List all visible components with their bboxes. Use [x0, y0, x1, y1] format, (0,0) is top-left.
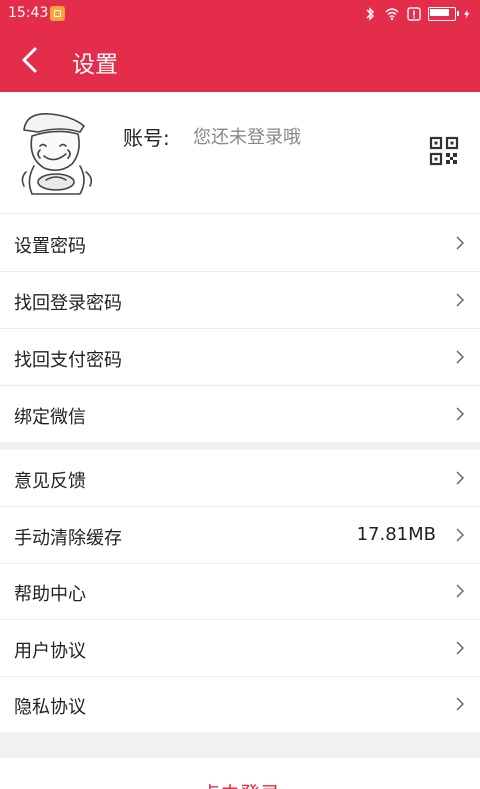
- login-button[interactable]: 点击登录: [0, 758, 480, 789]
- chevron-right-icon: [456, 350, 465, 364]
- charging-icon: [463, 9, 470, 19]
- app-bar: 设置: [0, 28, 480, 92]
- menu-item-clear-cache[interactable]: 手动清除缓存 17.81MB: [0, 507, 480, 564]
- menu-item-label: 设置密码: [14, 236, 86, 257]
- battery-icon: [428, 7, 459, 21]
- account-section[interactable]: 账号: 您还未登录哦: [0, 92, 480, 214]
- menu-item-recover-login-password[interactable]: 找回登录密码: [0, 272, 480, 329]
- menu-item-user-agreement[interactable]: 用户协议: [0, 620, 480, 677]
- menu-item-recover-payment-password[interactable]: 找回支付密码: [0, 329, 480, 386]
- wifi-icon: [385, 8, 399, 21]
- notification-icon: [50, 6, 65, 21]
- account-label: 账号:: [123, 126, 170, 150]
- menu-item-label: 找回支付密码: [14, 350, 122, 371]
- back-arrow-icon[interactable]: [16, 44, 46, 76]
- menu-item-label: 找回登录密码: [14, 293, 122, 314]
- chevron-right-icon: [456, 236, 465, 250]
- section-divider: [0, 442, 480, 450]
- chevron-right-icon: [456, 584, 465, 598]
- login-button-label: 点击登录: [200, 778, 280, 789]
- menu-item-label: 帮助中心: [14, 584, 86, 605]
- alert-icon: [407, 7, 421, 21]
- section-divider: [0, 732, 480, 758]
- menu-item-label: 手动清除缓存: [14, 528, 122, 549]
- account-value: 您还未登录哦: [193, 127, 301, 148]
- menu-item-label: 隐私协议: [14, 697, 86, 718]
- chevron-right-icon: [456, 528, 465, 542]
- chevron-right-icon: [456, 641, 465, 655]
- menu-item-bind-wechat[interactable]: 绑定微信: [0, 386, 480, 442]
- chevron-right-icon: [456, 697, 465, 711]
- qr-code-icon[interactable]: [429, 136, 459, 166]
- avatar: [21, 113, 93, 195]
- menu-item-set-password[interactable]: 设置密码: [0, 214, 480, 272]
- bluetooth-icon: [366, 7, 374, 21]
- menu-item-label: 意见反馈: [14, 471, 86, 492]
- menu-item-help-center[interactable]: 帮助中心: [0, 564, 480, 620]
- status-time: 15:43: [8, 5, 49, 21]
- menu-item-privacy-agreement[interactable]: 隐私协议: [0, 677, 480, 732]
- chevron-right-icon: [456, 471, 465, 485]
- menu-item-feedback[interactable]: 意见反馈: [0, 450, 480, 507]
- cache-size-value: 17.81MB: [356, 524, 436, 545]
- status-bar: 15:43: [0, 0, 480, 28]
- menu-item-label: 用户协议: [14, 641, 86, 662]
- menu-item-label: 绑定微信: [14, 407, 86, 428]
- page-title: 设置: [72, 52, 118, 78]
- chevron-right-icon: [456, 407, 465, 421]
- chevron-right-icon: [456, 293, 465, 307]
- status-icons: [362, 4, 472, 24]
